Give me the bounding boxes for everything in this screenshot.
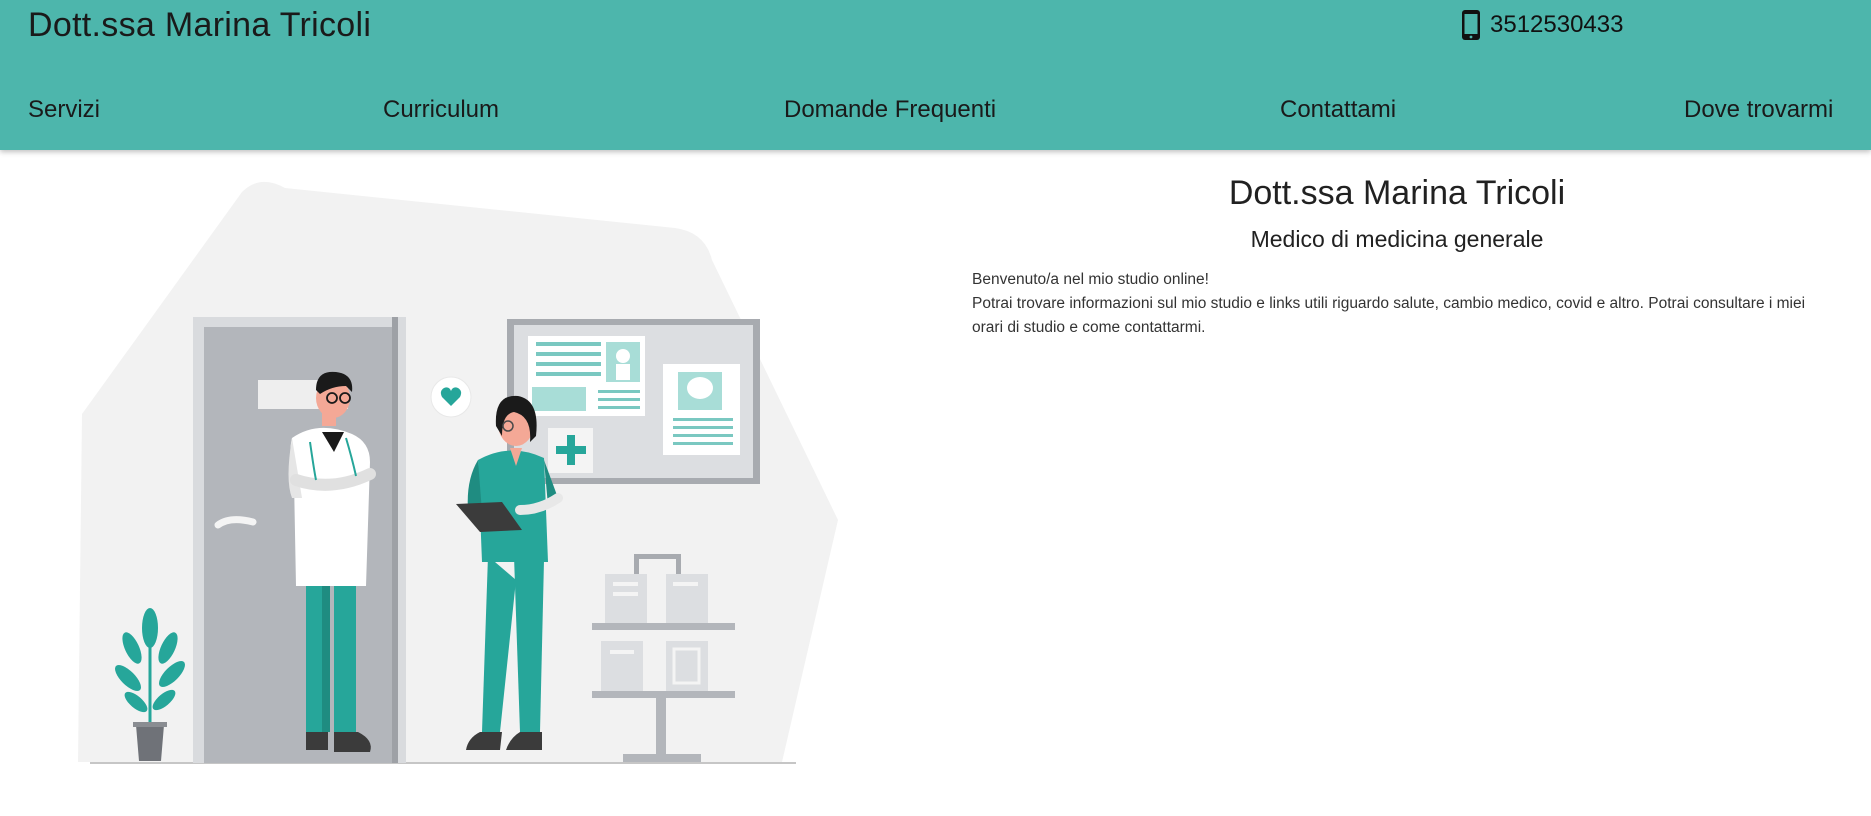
info-paragraph: Potrai trovare informazioni sul mio stud… (972, 295, 1806, 336)
nav-servizi[interactable]: Servizi (28, 92, 100, 128)
mobile-phone-icon (1462, 10, 1480, 40)
phone-number: 3512530433 (1490, 11, 1624, 38)
heart-bubble (430, 376, 472, 418)
notice-board (507, 319, 760, 484)
nav-curriculum[interactable]: Curriculum (383, 92, 499, 128)
phone-link[interactable]: 3512530433 (1460, 8, 1623, 42)
welcome-section: Dott.ssa Marina Tricoli Medico di medici… (972, 172, 1822, 340)
medical-cross-sign (548, 428, 593, 473)
welcome-paragraph: Benvenuto/a nel mio studio online! (972, 271, 1209, 288)
nav-domande-frequenti[interactable]: Domande Frequenti (784, 92, 996, 128)
nav-dove-trovarmi[interactable]: Dove trovarmi (1684, 92, 1833, 128)
site-title[interactable]: Dott.ssa Marina Tricoli (28, 4, 371, 46)
page-title: Dott.ssa Marina Tricoli (1228, 174, 1566, 212)
nav-contattami[interactable]: Contattami (1280, 92, 1396, 128)
intro-text: Benvenuto/a nel mio studio online! Potra… (972, 268, 1822, 340)
doctor-nurse-illustration (78, 181, 838, 764)
top-app-bar: Dott.ssa Marina Tricoli 3512530433 Servi… (0, 0, 1871, 150)
main-nav: Servizi Curriculum Domande Frequenti Con… (0, 92, 1871, 128)
page-subtitle: Medico di medicina generale (1250, 226, 1544, 252)
